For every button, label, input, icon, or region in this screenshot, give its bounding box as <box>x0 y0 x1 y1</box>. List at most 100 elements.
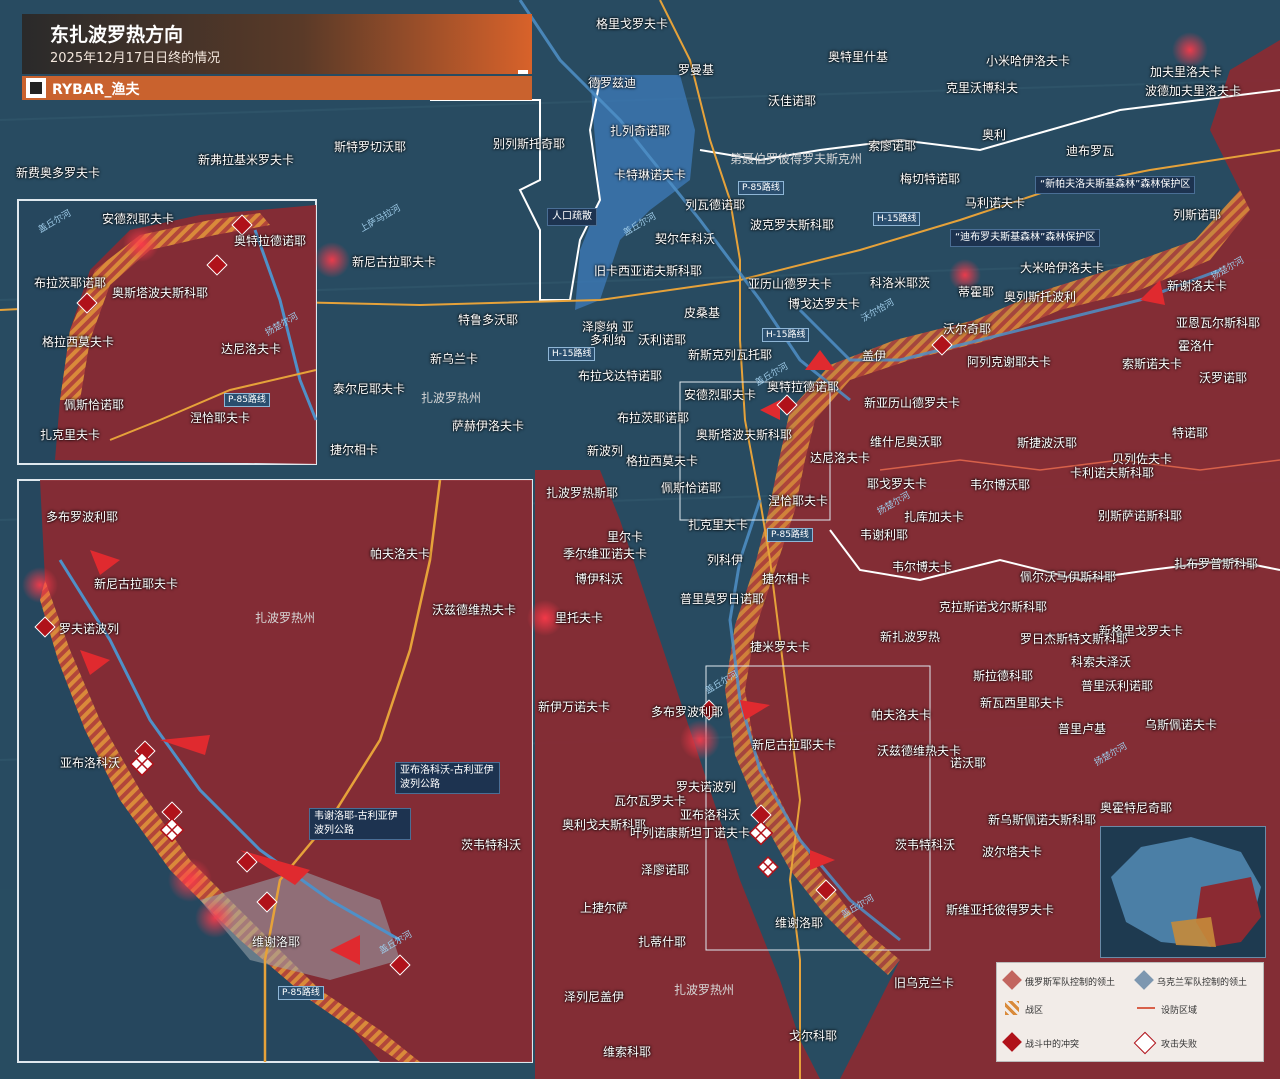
town-label: 斯捷波沃耶 <box>1017 436 1078 450</box>
legend-zone-swatch <box>1005 1001 1019 1015</box>
town-label: 扎波罗热斯耶 <box>546 486 619 500</box>
town-label: 沃佳诺耶 <box>768 94 817 108</box>
town-label: 卡特琳诺夫卡 <box>614 168 687 182</box>
town-label: 叶列诺康斯坦丁诺夫卡 <box>630 826 751 840</box>
town-label: 奥霍特尼奇耶 <box>1100 801 1173 815</box>
town-label: 新斯克列瓦托耶 <box>688 348 773 362</box>
town-label: 旧卡西亚诺夫斯科耶 <box>594 264 703 278</box>
town-label: 新扎波罗热 <box>880 630 941 644</box>
town-label: 斯维亚托彼得罗夫卡 <box>946 903 1055 917</box>
town-label: 列科伊 <box>707 553 744 567</box>
forest-callout: “迪布罗夫斯基森林”森林保护区 <box>950 229 1101 247</box>
forest-callout: “新帕夫洛夫斯基森林”森林保护区 <box>1035 176 1196 194</box>
town-label: 佩斯恰诺耶 <box>661 481 722 495</box>
town-label: 捷尔相卡 <box>762 572 811 586</box>
town-label: 波尔塔夫卡 <box>982 845 1043 859</box>
legend-ukraine-swatch <box>1134 970 1154 990</box>
town-label: 列斯诺耶 <box>1173 208 1222 222</box>
town-label: 布拉戈达特诺耶 <box>578 369 663 383</box>
town-label: 扎克里夫卡 <box>688 518 749 532</box>
road-label: P-85路线 <box>278 986 324 1000</box>
inset-town-label: 扎克里夫卡 <box>40 428 101 442</box>
town-label: 安德烈耶夫卡 <box>684 388 757 402</box>
brand-logo: RYBAR_渔夫 <box>52 82 140 98</box>
town-label: 多布罗波利耶 <box>651 705 724 719</box>
town-label: 新弗拉基米罗夫卡 <box>198 153 295 167</box>
town-label: 霍洛什 <box>1178 339 1215 353</box>
town-label: 多利纳 <box>590 333 627 347</box>
town-label: 普里莫罗日诺耶 <box>680 592 765 606</box>
town-label: 维索科耶 <box>603 1045 652 1059</box>
town-label: 小米哈伊洛夫卡 <box>986 54 1071 68</box>
town-label: 沃利诺耶 <box>638 333 687 347</box>
town-label: 新谢洛夫卡 <box>1167 279 1228 293</box>
town-label: 新亚历山德罗夫卡 <box>864 396 961 410</box>
town-label: 布拉茨耶诺耶 <box>617 411 690 425</box>
town-label: 沃兹德维热夫卡 <box>877 744 962 758</box>
town-label: 新尼古拉耶夫卡 <box>752 738 837 752</box>
inset-town-label: 多布罗波利耶 <box>46 510 119 524</box>
inset-town-label: 沃兹德维热夫卡 <box>432 603 517 617</box>
town-label: 韦尔博沃耶 <box>970 478 1031 492</box>
town-label: 科索夫泽沃 <box>1071 655 1132 669</box>
legend-failed-swatch <box>1133 1031 1157 1055</box>
town-label: 索斯诺夫卡 <box>1122 357 1183 371</box>
town-label: 佩尔沃马伊斯科耶 <box>1020 570 1117 584</box>
inset-town-label: 安德烈耶夫卡 <box>102 212 175 226</box>
legend-ukraine: 乌克兰军队控制的领土 <box>1157 978 1248 988</box>
town-label: 戈尔科耶 <box>789 1029 838 1043</box>
town-label: 瓦尔瓦罗夫卡 <box>614 794 687 808</box>
town-label: 新伊万诺夫卡 <box>538 700 611 714</box>
town-label: 新乌兰卡 <box>430 352 479 366</box>
legend-russia-swatch <box>1002 970 1022 990</box>
oblast-label: 扎波罗热州 <box>674 983 735 997</box>
town-label: 诺沃耶 <box>950 756 987 770</box>
town-label: 波克罗夫斯科耶 <box>750 218 835 232</box>
oblast-label: 第聂伯罗彼得罗夫斯克州 <box>730 152 863 166</box>
legend-fight-swatch <box>1002 1032 1022 1052</box>
town-label: 列瓦德诺耶 <box>685 198 746 212</box>
town-label: 亚历山德罗夫卡 <box>748 277 833 291</box>
map-subtitle: 2025年12月17日日终的情况 <box>50 51 221 66</box>
town-label: 帕夫洛夫卡 <box>871 708 932 722</box>
town-label: 盖伊 <box>862 349 887 363</box>
town-label: 马利诺夫卡 <box>965 196 1026 210</box>
town-label: 斯拉德科耶 <box>973 669 1034 683</box>
town-label: 奥列斯托波利 <box>1004 290 1077 304</box>
inset-town-label: 亚布洛科沃 <box>60 756 121 770</box>
town-label: 新尼古拉耶夫卡 <box>352 255 437 269</box>
legend-failed: 攻击失败 <box>1161 1040 1198 1050</box>
town-label: 维什尼奥沃耶 <box>870 435 943 449</box>
inset-town-label: 罗夫诺波列 <box>59 622 120 636</box>
town-label: 奥特里什基 <box>828 50 889 64</box>
legend-zone: 战区 <box>1025 1006 1044 1016</box>
town-label: 泰尔尼耶夫卡 <box>333 382 406 396</box>
town-label: 别斯萨诺斯科耶 <box>1098 509 1183 523</box>
legend-russia: 俄罗斯军队控制的领土 <box>1025 978 1116 988</box>
inset-town-label: 达尼洛夫卡 <box>221 342 282 356</box>
town-label: 扎库加夫卡 <box>904 510 965 524</box>
town-label: 扎布罗普斯科耶 <box>1174 557 1259 571</box>
town-label: 格里戈罗夫卡 <box>596 17 669 31</box>
town-label: 泽列尼盖伊 <box>564 990 625 1004</box>
inset-town-label: 佩斯恰诺耶 <box>64 398 125 412</box>
road-label: H-15路线 <box>548 347 596 361</box>
inset-town-label: 新尼古拉耶夫卡 <box>94 577 179 591</box>
town-label: 上捷尔萨 <box>580 901 629 915</box>
town-label: 泽廖纳 亚 <box>582 320 634 334</box>
town-label: 耶戈罗夫卡 <box>867 477 928 491</box>
town-label: 季尔维亚诺夫卡 <box>563 547 648 561</box>
road-label: P-85路线 <box>224 393 270 407</box>
town-label: 克拉斯诺戈尔斯科耶 <box>939 600 1048 614</box>
inset-town-label: 奥特拉德诺耶 <box>234 234 307 248</box>
town-label: 里托夫卡 <box>555 611 604 625</box>
town-label: 普里沃利诺耶 <box>1081 679 1154 693</box>
legend: 俄罗斯军队控制的领土 乌克兰军队控制的领土 战区 设防区域 战斗中的冲突 攻击失… <box>996 962 1264 1062</box>
road-label: H-15路线 <box>873 212 921 226</box>
oblast-label: 扎波罗热州 <box>421 391 482 405</box>
town-label: 皮桑基 <box>684 306 721 320</box>
town-label: 奥利 <box>982 128 1007 142</box>
town-label: 奥特拉德诺耶 <box>767 380 840 394</box>
town-label: 科洛米耶茨 <box>870 276 931 290</box>
town-label: 罗曼基 <box>678 63 715 77</box>
